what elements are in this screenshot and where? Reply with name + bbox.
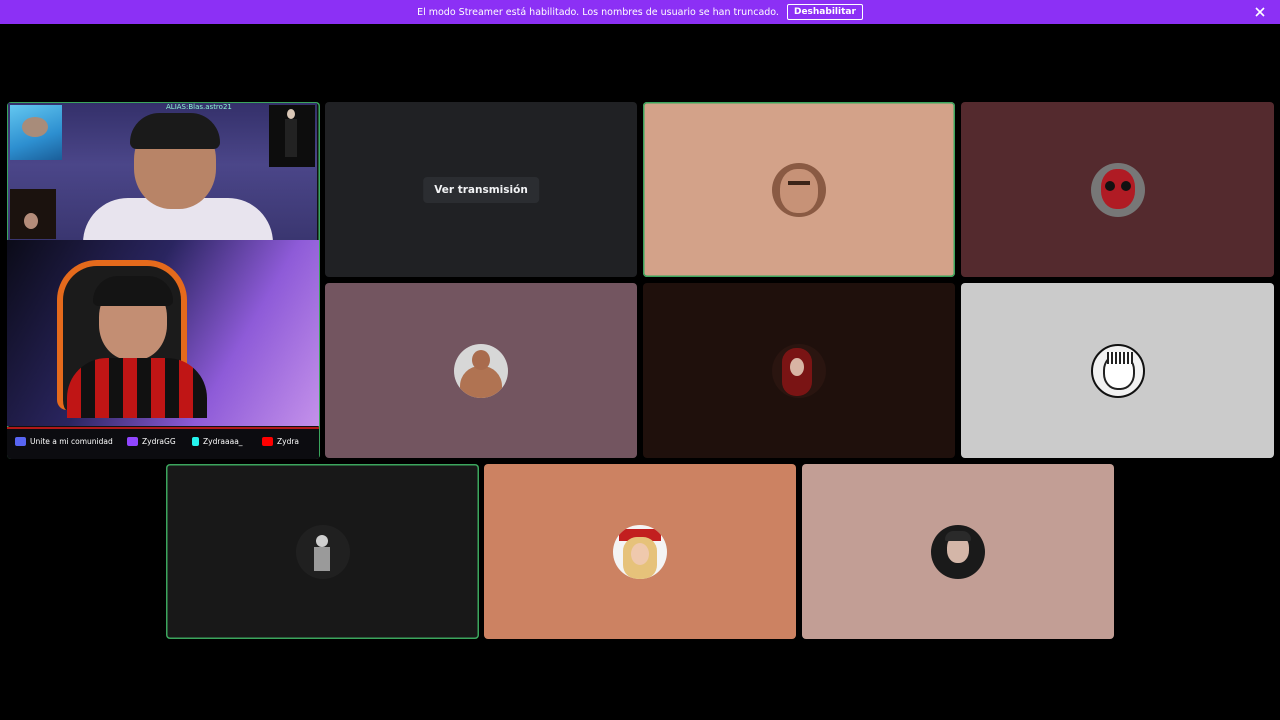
tiktok-icon: [192, 437, 199, 446]
watch-stream-button[interactable]: Ver transmisión: [423, 176, 539, 203]
watch-stream-tile[interactable]: Ver transmisión: [325, 102, 637, 277]
stream-tile[interactable]: ALIAS:Blas.astro21 Unite a mi comunidad …: [7, 102, 320, 459]
redhair-avatar: [772, 343, 826, 398]
disable-streamer-mode-button[interactable]: Deshabilitar: [786, 4, 863, 20]
person-jersey: [67, 358, 207, 418]
bw-figure-avatar: [295, 524, 350, 579]
overlay-alias: ALIAS:Blas.astro21: [166, 103, 232, 111]
participant-tile[interactable]: [643, 102, 955, 277]
spiderman-avatar: [1090, 162, 1145, 217]
streamer-mode-banner: El modo Streamer está habilitado. Los no…: [0, 0, 1280, 24]
face-avatar: [772, 162, 826, 217]
streamer-webcam-bottom: [7, 240, 319, 426]
man-avatar: [931, 524, 985, 579]
person-hair-2: [93, 276, 173, 306]
close-icon[interactable]: [1252, 4, 1268, 20]
bodybuilder-avatar: [454, 343, 508, 398]
social-tiktok: Zydraaaa_: [192, 437, 243, 446]
blonde-avatar: [613, 524, 667, 579]
overlay-image-figure: [269, 105, 315, 167]
participant-tile[interactable]: [961, 283, 1274, 458]
participant-tile[interactable]: [643, 283, 955, 458]
participant-tile[interactable]: [484, 464, 796, 639]
social-overlay-bar: Unite a mi comunidad ZydraGG Zydraaaa_ Z…: [7, 427, 319, 459]
overlay-image-pool: [10, 105, 62, 160]
banner-text: El modo Streamer está habilitado. Los no…: [417, 6, 779, 18]
social-discord: Unite a mi comunidad: [15, 437, 113, 446]
discord-icon: [15, 437, 26, 446]
social-youtube: Zydra: [262, 437, 299, 446]
person-hair: [130, 113, 220, 149]
participant-tile[interactable]: [166, 464, 479, 639]
participant-tile[interactable]: [961, 102, 1274, 277]
overlay-image-person: [10, 189, 56, 239]
participant-tile[interactable]: [802, 464, 1114, 639]
twitch-icon: [127, 437, 138, 446]
youtube-icon: [262, 437, 273, 446]
social-twitch: ZydraGG: [127, 437, 176, 446]
streamer-webcam-top: ALIAS:Blas.astro21: [8, 103, 317, 243]
chair-logo: [127, 268, 141, 274]
participant-tile[interactable]: [325, 283, 637, 458]
manga-avatar: [1090, 343, 1145, 398]
